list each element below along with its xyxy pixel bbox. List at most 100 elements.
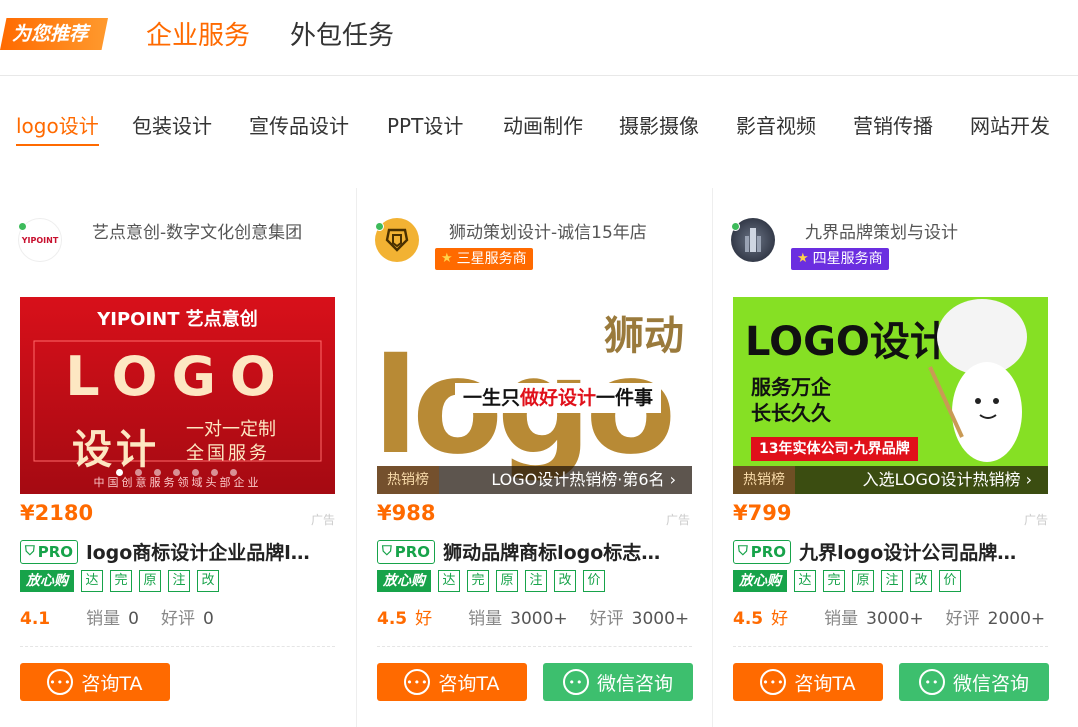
star-service-badge: ★ 四星服务商 (791, 248, 889, 270)
consult-button[interactable]: ••• 咨询TA (20, 663, 170, 701)
shop-logo[interactable]: YIPOINT (18, 218, 62, 262)
divider (733, 646, 1048, 647)
chat-bubble-icon: ••• (47, 669, 74, 695)
sales-label: 销量 (824, 609, 859, 629)
category-marketing[interactable]: 营销传播 (853, 108, 933, 144)
online-dot (375, 222, 384, 231)
category-animation[interactable]: 动画制作 (503, 108, 583, 144)
mascot-illustration (928, 299, 1027, 462)
hot-rank-text: 入选LOGO设计热销榜 › (862, 470, 1032, 489)
star-service-badge: ★ 三星服务商 (435, 248, 533, 270)
reviews-label: 好评 (589, 609, 624, 629)
consult-button[interactable]: ••• 咨询TA (733, 663, 883, 701)
price: ¥988 (377, 501, 436, 525)
wechat-icon: •• (918, 669, 945, 695)
sales-label: 销量 (468, 609, 503, 629)
hot-tag: 热销榜 (377, 466, 439, 494)
tag: 改 (910, 570, 932, 592)
consult-button[interactable]: ••• 咨询TA (377, 663, 527, 701)
tag: 原 (139, 570, 161, 592)
header: 为您推荐 企业服务 外包任务 (0, 0, 1078, 76)
tag: 注 (881, 570, 903, 592)
stats-row: 4.1 销量 0 好评 0 (20, 604, 236, 629)
star-icon: ★ (797, 251, 809, 266)
hot-tag: 热销榜 (733, 466, 795, 494)
rating-word: 好 (415, 609, 433, 629)
pro-badge: ⛉ PRO (733, 539, 792, 564)
category-ppt[interactable]: PPT设计 (387, 108, 463, 144)
tag: 改 (554, 570, 576, 592)
rating: 4.5 (733, 609, 764, 629)
ad-label: 广告 (665, 513, 690, 527)
wechat-consult-button[interactable]: •• 微信咨询 (899, 663, 1049, 701)
guarantee-tags: 放心购 达 完 原 注 改 (20, 570, 219, 592)
ad-label: 广告 (310, 513, 335, 527)
shield-check-icon: ⛉ (25, 544, 35, 559)
product-title[interactable]: logo商标设计企业品牌logo设计 (86, 538, 316, 565)
tag: 原 (852, 570, 874, 592)
sales-value: 3000+ (866, 609, 924, 629)
chat-bubble-icon: ••• (760, 669, 787, 695)
tag: 价 (583, 570, 605, 592)
thumb-left: 设计 (72, 427, 160, 473)
product-image[interactable]: YIPOINT 艺点意创 LOGO 设计 一对一定制 全国服务 中国创意服务领域… (20, 297, 335, 494)
reviews-label: 好评 (945, 609, 980, 629)
fangxin-badge: 放心购 (377, 570, 431, 592)
tag: 完 (110, 570, 132, 592)
category-packaging[interactable]: 包装设计 (132, 108, 212, 144)
shield-check-icon: ⛉ (382, 544, 392, 559)
pro-badge: ⛉ PRO (377, 539, 436, 564)
tab-outsource-task[interactable]: 外包任务 (290, 18, 394, 54)
sales-value: 0 (128, 609, 139, 629)
reviews-value: 2000+ (987, 609, 1046, 629)
ad-label: 广告 (1023, 513, 1048, 527)
tab-enterprise-service[interactable]: 企业服务 (146, 18, 250, 54)
fangxin-badge: 放心购 (733, 570, 787, 592)
sales-value: 3000+ (510, 609, 568, 629)
service-card[interactable]: 九界品牌策划与设计 ★ 四星服务商 LOGO设计 服务万企 长长久久 13年实体公… (713, 188, 1070, 727)
divider (377, 646, 692, 647)
shop-name[interactable]: 狮动策划设计-诚信15年店 (449, 218, 647, 243)
thumb-line1: 一对一定制 (186, 419, 276, 440)
thumb-line2: 长长久久 (751, 401, 831, 425)
thumb-line1: 服务万企 (751, 375, 831, 399)
hot-rank-bar[interactable]: 热销榜 LOGO设计热销榜·第6名 › (377, 466, 692, 494)
tower-logo-icon (745, 228, 761, 252)
product-title[interactable]: 狮动品牌商标logo标志设计 (443, 538, 673, 565)
wechat-icon: •• (562, 669, 589, 695)
tag: 达 (438, 570, 460, 592)
hot-rank-bar[interactable]: 热销榜 入选LOGO设计热销榜 › (733, 466, 1048, 494)
reviews-value: 0 (202, 609, 214, 629)
shield-check-icon: ⛉ (738, 544, 748, 559)
tag: 注 (168, 570, 190, 592)
shop-name[interactable]: 九界品牌策划与设计 (805, 218, 958, 243)
wechat-consult-button[interactable]: •• 微信咨询 (543, 663, 693, 701)
category-promo[interactable]: 宣传品设计 (249, 108, 349, 144)
product-title[interactable]: 九界logo设计公司品牌设计 (799, 538, 1029, 565)
category-video[interactable]: 影音视频 (736, 108, 816, 144)
thumb-ribbon: 13年实体公司·九界品牌 (751, 437, 918, 461)
pro-badge: ⛉ PRO (20, 539, 79, 564)
sales-label: 销量 (86, 609, 121, 629)
category-photography[interactable]: 摄影摄像 (619, 108, 699, 144)
thumb-footer: 中国创意服务领域头部企业 (93, 476, 262, 489)
guarantee-tags: 放心购 达 完 原 注 改 价 (377, 570, 605, 592)
chat-bubble-icon: ••• (404, 669, 431, 695)
shop-logo[interactable] (731, 218, 775, 262)
title-row: ⛉PRO logo商标设计企业品牌logo设计 (20, 538, 330, 565)
tag: 达 (794, 570, 816, 592)
rating: 4.1 (20, 609, 51, 629)
title-row: ⛉ PRO 九界logo设计公司品牌设计 (733, 538, 1043, 565)
price: ¥799 (733, 501, 792, 525)
rating-word: 好 (771, 609, 789, 629)
shop-logo[interactable] (375, 218, 419, 262)
product-image[interactable]: 狮动 logo 一生只做好设计一件事 热销榜 LOGO设计热销榜·第6名 › (377, 297, 692, 494)
product-image[interactable]: LOGO设计 服务万企 长长久久 13年实体公司·九界品牌 热销榜 入选LOGO… (733, 297, 1048, 494)
tag: 达 (81, 570, 103, 592)
category-website[interactable]: 网站开发 (970, 108, 1050, 144)
category-logo[interactable]: logo设计 (16, 108, 99, 146)
service-card[interactable]: 狮动策划设计-诚信15年店 ★三星服务商 狮动 logo 一生只做好设计一件事 … (356, 188, 713, 727)
category-tabs: logo设计 包装设计 宣传品设计 PPT设计 动画制作 摄影摄像 影音视频 营… (0, 108, 1078, 148)
shop-name[interactable]: 艺点意创-数字文化创意集团 (92, 218, 302, 243)
service-card[interactable]: YIPOINT 艺点意创-数字文化创意集团 YIPOINT 艺点意创 LOGO … (0, 188, 357, 727)
